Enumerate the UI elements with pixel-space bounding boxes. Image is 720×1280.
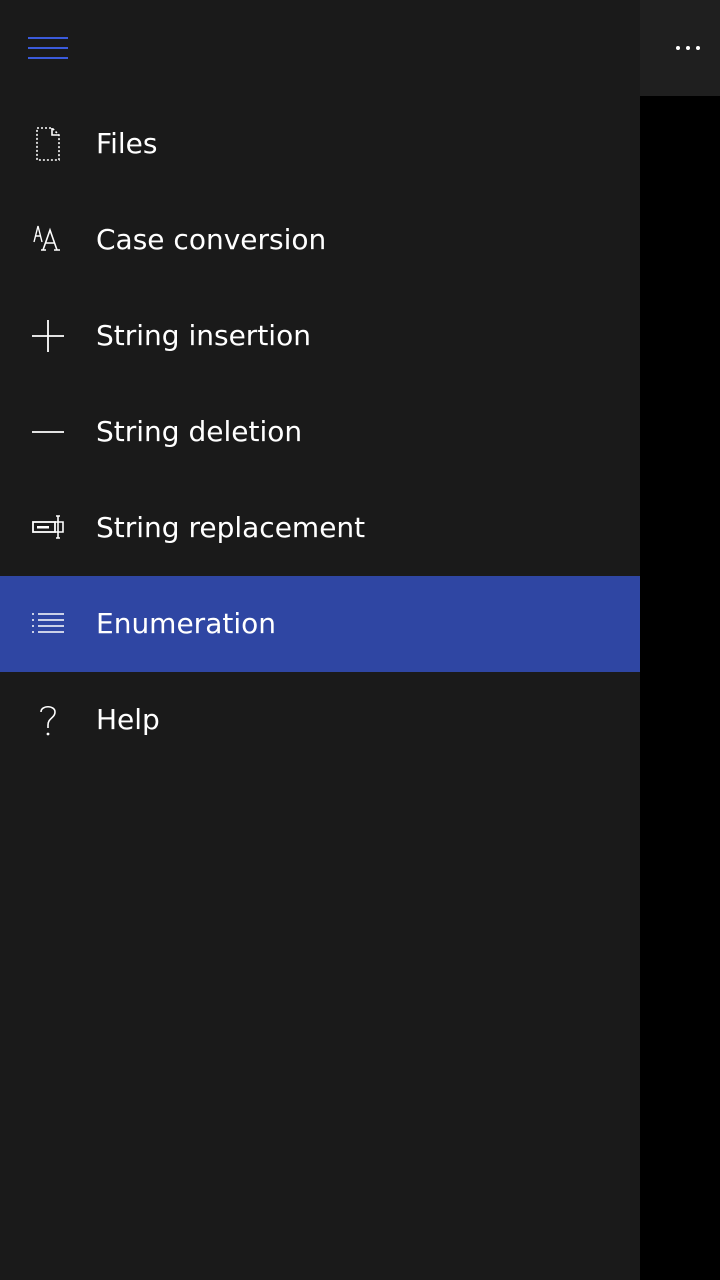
hamburger-button[interactable] [0,0,96,96]
font-size-icon [28,220,68,260]
list-icon [28,604,68,644]
question-icon [28,700,68,740]
navigation-pane: Files Case conversion String insertion S… [0,0,640,1280]
nav-item-enumeration[interactable]: Enumeration [0,576,640,672]
more-icon-dot [696,46,700,50]
app-bar [640,0,720,96]
nav-item-label: Help [96,703,160,736]
more-button[interactable] [660,28,716,68]
plus-icon [28,316,68,356]
nav-item-label: String replacement [96,511,366,544]
content-area [640,0,720,1280]
nav-item-help[interactable]: Help [0,672,640,768]
nav-item-files[interactable]: Files [0,96,640,192]
file-icon [28,124,68,164]
hamburger-icon [28,37,68,59]
nav-item-string-insertion[interactable]: String insertion [0,288,640,384]
minus-icon [28,412,68,452]
nav-menu: Files Case conversion String insertion S… [0,96,640,768]
nav-item-string-replacement[interactable]: String replacement [0,480,640,576]
nav-item-label: Files [96,127,158,160]
more-icon-dot [686,46,690,50]
nav-item-label: Case conversion [96,223,327,256]
more-icon [676,46,680,50]
nav-item-label: String insertion [96,319,311,352]
rename-icon [28,508,68,548]
nav-item-string-deletion[interactable]: String deletion [0,384,640,480]
nav-item-case-conversion[interactable]: Case conversion [0,192,640,288]
nav-item-label: String deletion [96,415,303,448]
nav-item-label: Enumeration [96,607,276,640]
